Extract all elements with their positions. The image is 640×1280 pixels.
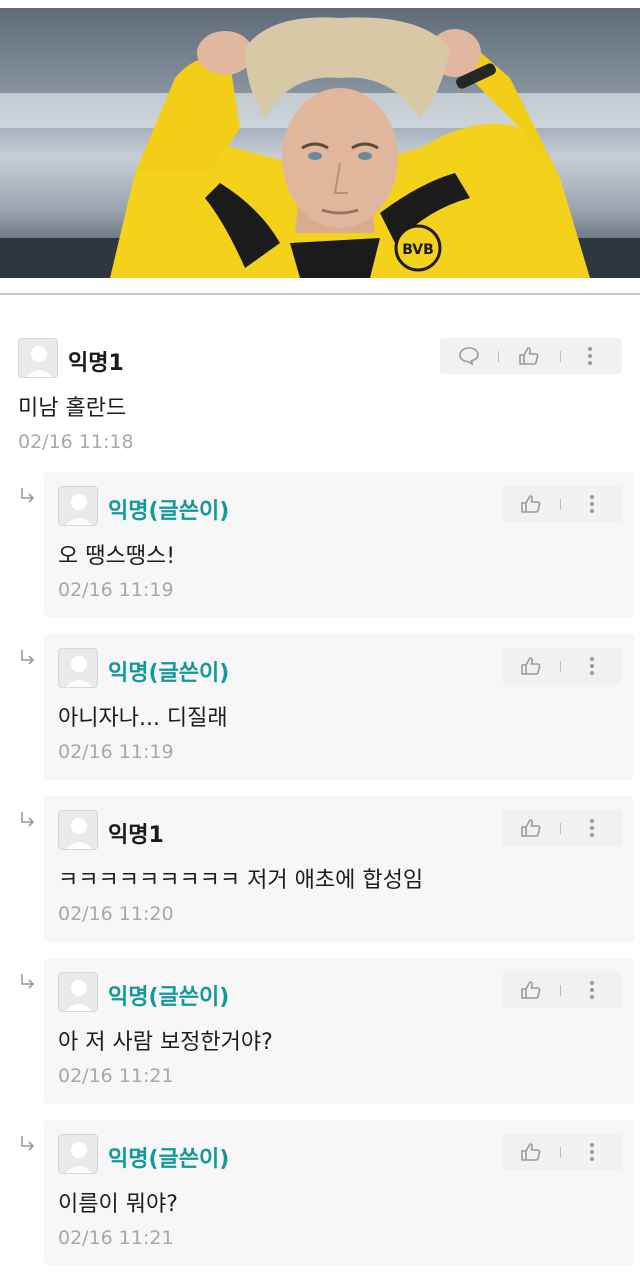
reply-arrow-icon — [21, 974, 35, 989]
svg-text:BVB: BVB — [402, 242, 434, 258]
comment-actions — [502, 972, 622, 1008]
vertical-dots-icon[interactable] — [588, 656, 596, 676]
comment-author: 익명(글쓴이) — [108, 661, 230, 686]
action-separator — [560, 985, 561, 996]
default-avatar-icon — [65, 656, 93, 687]
reply-arrow-icon — [21, 488, 35, 503]
avatar — [58, 648, 98, 688]
comment-text: 이름이 뭐야? — [58, 1192, 178, 1217]
thumbs-up-icon[interactable] — [520, 494, 542, 514]
comment-time: 02/16 11:21 — [58, 1065, 174, 1087]
avatar — [58, 486, 98, 526]
reply-arrow-icon — [21, 1136, 35, 1151]
default-avatar-icon — [65, 1142, 93, 1173]
action-separator — [560, 661, 561, 672]
comment-time: 02/16 11:19 — [58, 741, 174, 763]
action-separator — [560, 823, 561, 834]
comment-time: 02/16 11:21 — [58, 1227, 174, 1249]
comment-actions — [440, 338, 622, 374]
action-separator — [560, 351, 561, 362]
reply-arrow-icon — [21, 650, 35, 665]
comment-author: 익명(글쓴이) — [108, 1147, 230, 1172]
thumbs-up-icon[interactable] — [520, 656, 542, 676]
comment-text: 미남 홀란드 — [18, 396, 127, 421]
comment-text: 오 땡스땡스! — [58, 544, 176, 569]
default-avatar-icon — [65, 980, 93, 1011]
comment-author: 익명1 — [68, 351, 124, 376]
comment-text: 아 저 사람 보정한거야? — [58, 1030, 273, 1055]
comment-text: 아니자나... 디질래 — [58, 706, 228, 731]
action-separator — [560, 1147, 561, 1158]
avatar — [58, 810, 98, 850]
reply-arrow-icon — [21, 812, 35, 827]
comment-time: 02/16 11:20 — [58, 903, 174, 925]
default-avatar-icon — [65, 494, 93, 525]
vertical-dots-icon[interactable] — [588, 980, 596, 1000]
speech-bubble-icon[interactable] — [458, 346, 480, 366]
comment-actions — [502, 810, 622, 846]
thumbs-up-icon[interactable] — [518, 346, 540, 366]
vertical-dots-icon[interactable] — [588, 494, 596, 514]
thumbs-up-icon[interactable] — [520, 1142, 542, 1162]
vertical-dots-icon[interactable] — [588, 818, 596, 838]
post-image[interactable]: BVB — [0, 8, 640, 278]
comment-author: 익명1 — [108, 823, 164, 848]
section-divider — [0, 293, 640, 295]
comment-text: ㅋㅋㅋㅋㅋㅋㅋㅋㅋ 저거 애초에 합성임 — [58, 868, 424, 893]
avatar — [58, 972, 98, 1012]
comment-actions — [502, 486, 622, 522]
vertical-dots-icon[interactable] — [588, 1142, 596, 1162]
default-avatar-icon — [65, 818, 93, 849]
avatar — [18, 338, 58, 378]
comment-time: 02/16 11:19 — [58, 579, 174, 601]
thumbs-up-icon[interactable] — [520, 980, 542, 1000]
comment-author: 익명(글쓴이) — [108, 985, 230, 1010]
default-avatar-icon — [25, 346, 53, 377]
vertical-dots-icon[interactable] — [586, 346, 594, 366]
action-separator — [560, 499, 561, 510]
action-separator — [498, 351, 499, 362]
comment-actions — [502, 648, 622, 684]
thumbs-up-icon[interactable] — [520, 818, 542, 838]
avatar — [58, 1134, 98, 1174]
comment-actions — [502, 1134, 622, 1170]
comment-time: 02/16 11:18 — [18, 431, 134, 453]
comment-author: 익명(글쓴이) — [108, 499, 230, 524]
